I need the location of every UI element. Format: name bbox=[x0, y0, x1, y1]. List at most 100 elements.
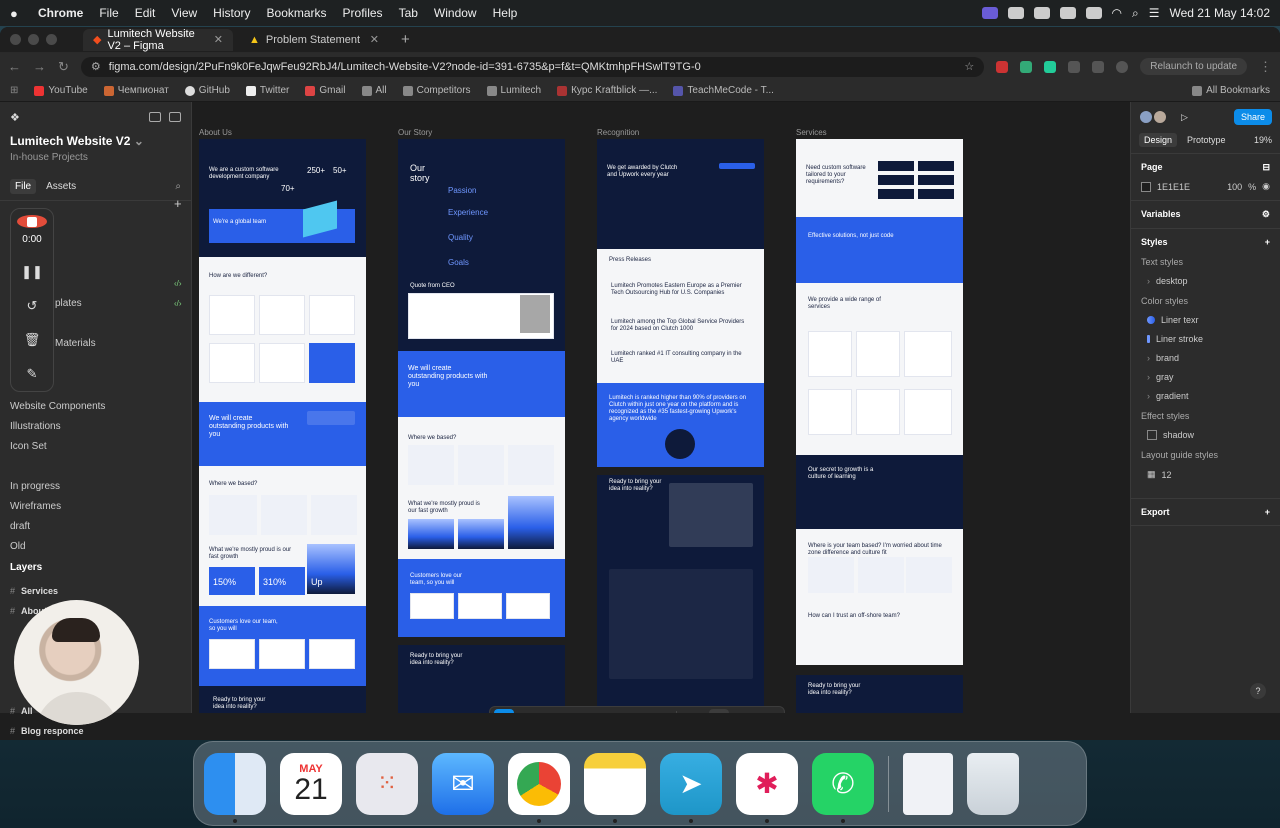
zoom-level[interactable]: 19% bbox=[1254, 135, 1272, 145]
menu-profiles[interactable]: Profiles bbox=[343, 6, 383, 20]
stop-recording-button[interactable] bbox=[17, 215, 47, 228]
layer-all[interactable]: # All bbox=[10, 706, 33, 716]
color-style-liner-stroke[interactable]: Liner stroke bbox=[1141, 334, 1270, 344]
page-draft[interactable]: draft bbox=[0, 517, 192, 537]
frame-label-recognition[interactable]: Recognition bbox=[597, 128, 639, 137]
telegram-icon[interactable]: ➤ bbox=[660, 752, 722, 823]
trash-icon[interactable] bbox=[967, 752, 1019, 815]
menu-tab[interactable]: Tab bbox=[399, 6, 418, 20]
apps-grid-icon[interactable]: ⊞ bbox=[10, 85, 18, 96]
screen-record-icon[interactable] bbox=[981, 7, 998, 19]
help-icon[interactable]: ? bbox=[1250, 683, 1266, 699]
move-tool-icon[interactable]: ➤ bbox=[494, 709, 514, 713]
menu-bookmarks[interactable]: Bookmarks bbox=[267, 6, 327, 20]
tab-assets[interactable]: Assets bbox=[46, 181, 76, 192]
clock[interactable]: Wed 21 May 14:02 bbox=[1169, 6, 1270, 20]
page-old[interactable]: Old bbox=[0, 537, 192, 557]
restart-icon[interactable]: ↺ bbox=[27, 289, 38, 323]
frame-label-about[interactable]: About Us bbox=[199, 128, 232, 137]
page-fill-row[interactable]: 1E1E1E 100 % ◉ bbox=[1141, 181, 1270, 192]
bookmark-teachmecode[interactable]: TeachMeCode - T... bbox=[673, 85, 774, 96]
frame-label-story[interactable]: Our Story bbox=[398, 128, 432, 137]
dev-mode-icon[interactable]: ‹› bbox=[735, 709, 755, 713]
bookmark-star-icon[interactable]: ☆ bbox=[964, 60, 974, 73]
extension-icon[interactable] bbox=[996, 60, 1009, 73]
page-illustrations[interactable]: Illustrations bbox=[0, 417, 192, 437]
page-settings-icon[interactable]: ⊟ bbox=[1262, 162, 1270, 173]
calendar-icon[interactable]: MAY 21 bbox=[280, 752, 342, 815]
whatsapp-icon[interactable]: ✆ bbox=[812, 752, 874, 823]
page-website-components[interactable]: Website Components bbox=[0, 397, 192, 417]
pen-tool-icon[interactable]: ✒ bbox=[572, 709, 592, 714]
bookmark-folder-all[interactable]: All bbox=[361, 85, 387, 96]
comment-tool-icon[interactable]: ○ bbox=[624, 709, 644, 713]
menu-edit[interactable]: Edit bbox=[135, 6, 156, 20]
finder-icon[interactable] bbox=[204, 752, 266, 823]
control-center-icon[interactable]: ☰ bbox=[1149, 6, 1160, 20]
extensions-puzzle-icon[interactable] bbox=[1068, 60, 1081, 73]
site-info-icon[interactable]: ⚙ bbox=[91, 60, 101, 73]
keyboard-icon[interactable] bbox=[1059, 7, 1076, 19]
document-stack-icon[interactable] bbox=[903, 752, 953, 815]
page-item-partial[interactable]: plates bbox=[55, 298, 82, 309]
close-tab-icon[interactable]: ✕ bbox=[370, 33, 379, 46]
close-window-icon[interactable] bbox=[10, 34, 21, 45]
page-icon-set[interactable]: Icon Set bbox=[0, 437, 192, 457]
tab-design[interactable]: Design bbox=[1139, 132, 1178, 147]
pause-icon[interactable]: ❚❚ bbox=[21, 255, 43, 289]
bookmark-gmail[interactable]: Gmail bbox=[305, 85, 346, 96]
mail-icon[interactable]: ✉ bbox=[432, 752, 494, 815]
bookmark-folder-lumitech[interactable]: Lumitech bbox=[486, 85, 541, 96]
minimize-window-icon[interactable] bbox=[28, 34, 39, 45]
design-canvas[interactable]: About Us Our Story Recognition Services … bbox=[193, 102, 1129, 713]
reload-icon[interactable]: ↻ bbox=[58, 59, 69, 75]
page-in-progress[interactable]: In progress bbox=[0, 477, 192, 497]
frame-services[interactable]: Need custom software tailored to your re… bbox=[796, 139, 963, 713]
layer-blog[interactable]: # Blog responce bbox=[10, 726, 84, 736]
bookmark-course[interactable]: Курс Kraftblick —... bbox=[557, 85, 657, 96]
rectangle-tool-icon[interactable]: □ bbox=[546, 709, 566, 713]
text-style-desktop[interactable]: › desktop bbox=[1141, 276, 1270, 286]
close-tab-icon[interactable]: ✕ bbox=[214, 33, 223, 46]
new-tab-icon[interactable]: + bbox=[395, 31, 416, 48]
trash-icon[interactable]: 🗑 bbox=[24, 323, 41, 357]
zoom-window-icon[interactable] bbox=[46, 34, 57, 45]
bookmark-championat[interactable]: Чемпионат bbox=[103, 85, 169, 96]
status-icon[interactable] bbox=[1007, 7, 1024, 19]
forward-icon[interactable]: → bbox=[33, 59, 46, 74]
collaborator-avatar[interactable] bbox=[1153, 110, 1167, 124]
battery-icon[interactable] bbox=[1085, 7, 1102, 19]
figma-menu-icon[interactable]: ❖ bbox=[10, 111, 20, 124]
page-color-value[interactable]: 1E1E1E bbox=[1157, 182, 1190, 192]
frame-our-story[interactable]: Our story Passion Experience Quality Goa… bbox=[398, 139, 565, 713]
variables-icon[interactable]: ⚙ bbox=[1262, 209, 1270, 220]
project-header[interactable]: Lumitech Website V2 ⌄ In-house Projects bbox=[0, 132, 191, 165]
tab-prototype[interactable]: Prototype bbox=[1187, 135, 1226, 145]
menu-help[interactable]: Help bbox=[493, 6, 518, 20]
all-bookmarks[interactable]: All Bookmarks bbox=[1192, 85, 1270, 96]
present-icon[interactable]: ▷ bbox=[1181, 112, 1188, 123]
text-tool-icon[interactable]: T bbox=[598, 709, 618, 713]
tab-figma[interactable]: ◆ Lumitech Website V2 – Figma ✕ bbox=[83, 28, 233, 52]
bookmark-youtube[interactable]: YouTube bbox=[34, 85, 88, 96]
add-page-icon[interactable]: + bbox=[174, 196, 182, 211]
draw-mode-icon[interactable]: ✎ bbox=[683, 709, 703, 714]
slack-icon[interactable]: ✱ bbox=[736, 752, 798, 823]
back-icon[interactable]: ← bbox=[8, 59, 21, 74]
download-icon[interactable] bbox=[1092, 60, 1105, 73]
add-style-icon[interactable]: + bbox=[1265, 237, 1270, 247]
frame-label-services[interactable]: Services bbox=[796, 128, 827, 137]
ai-icon[interactable] bbox=[149, 112, 161, 122]
frame-tool-icon[interactable]: # bbox=[520, 709, 540, 713]
menu-history[interactable]: History bbox=[213, 6, 250, 20]
eye-icon[interactable]: ◉ bbox=[1262, 181, 1270, 192]
layout-grid-12[interactable]: ▦ 12 bbox=[1141, 469, 1270, 480]
search-icon[interactable]: ⌕ bbox=[175, 181, 181, 192]
launchpad-icon[interactable]: ⁙ bbox=[356, 752, 418, 815]
color-swatch[interactable] bbox=[1141, 181, 1151, 192]
profile-avatar[interactable] bbox=[1116, 60, 1129, 73]
color-style-gray[interactable]: › gray bbox=[1141, 372, 1270, 382]
menu-app[interactable]: Chrome bbox=[38, 6, 83, 20]
tab-file[interactable]: File bbox=[10, 179, 37, 194]
menu-file[interactable]: File bbox=[99, 6, 118, 20]
